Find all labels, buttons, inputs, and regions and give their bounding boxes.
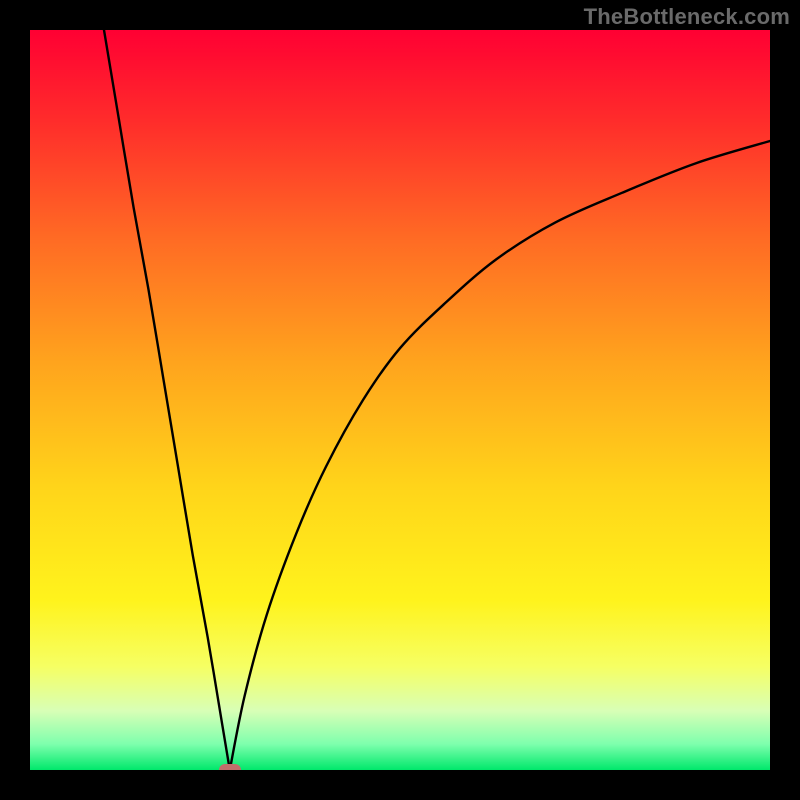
curve-layer: [30, 30, 770, 770]
watermark-text: TheBottleneck.com: [584, 4, 790, 30]
min-marker: [219, 764, 241, 770]
curve-left: [104, 30, 230, 770]
chart-frame: TheBottleneck.com: [0, 0, 800, 800]
plot-area: [30, 30, 770, 770]
curve-right: [230, 141, 770, 770]
